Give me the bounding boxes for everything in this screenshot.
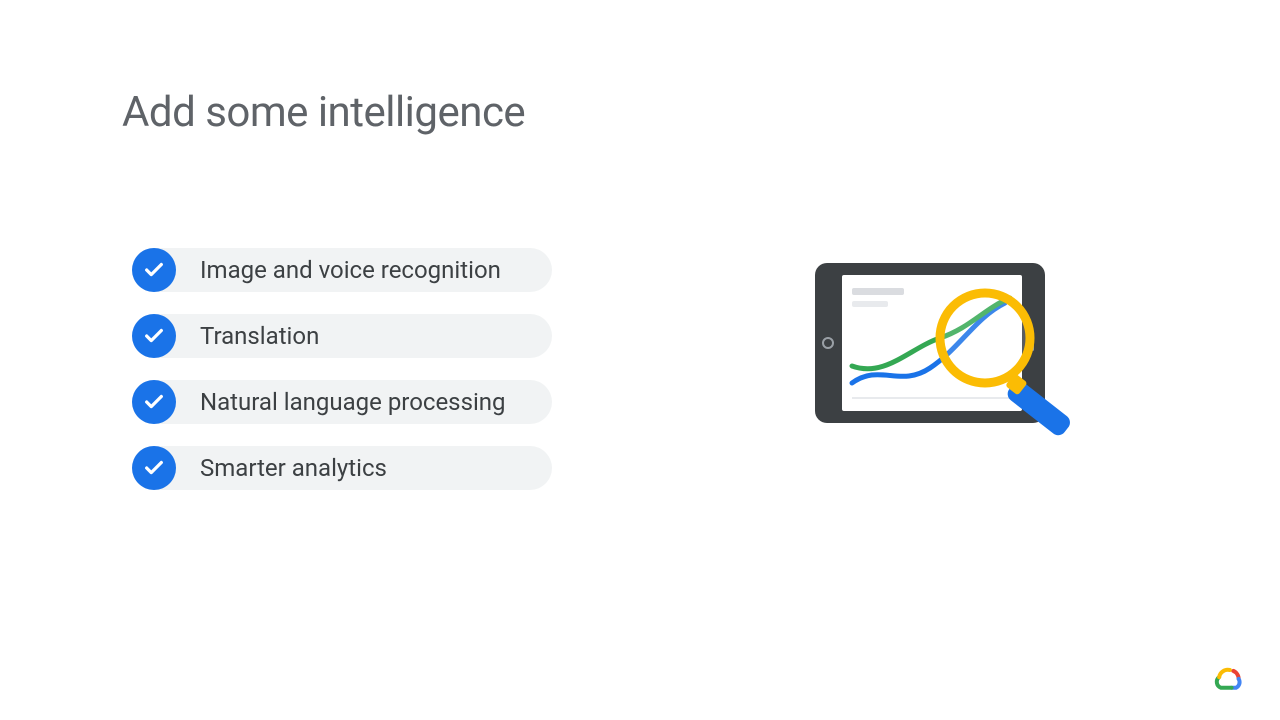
check-icon — [132, 380, 176, 424]
tablet-analytics-illustration — [800, 248, 1100, 478]
feature-label: Smarter analytics — [200, 454, 387, 482]
feature-item: Image and voice recognition — [132, 248, 552, 292]
check-icon — [132, 446, 176, 490]
feature-label: Natural language processing — [200, 388, 506, 416]
google-cloud-logo-icon — [1212, 664, 1244, 692]
feature-list: Image and voice recognition Translation … — [132, 248, 552, 490]
feature-item: Translation — [132, 314, 552, 358]
check-icon — [132, 314, 176, 358]
slide-title: Add some intelligence — [122, 88, 525, 137]
feature-label: Image and voice recognition — [200, 256, 501, 284]
feature-item: Natural language processing — [132, 380, 552, 424]
feature-item: Smarter analytics — [132, 446, 552, 490]
check-icon — [132, 248, 176, 292]
feature-label: Translation — [200, 322, 319, 350]
